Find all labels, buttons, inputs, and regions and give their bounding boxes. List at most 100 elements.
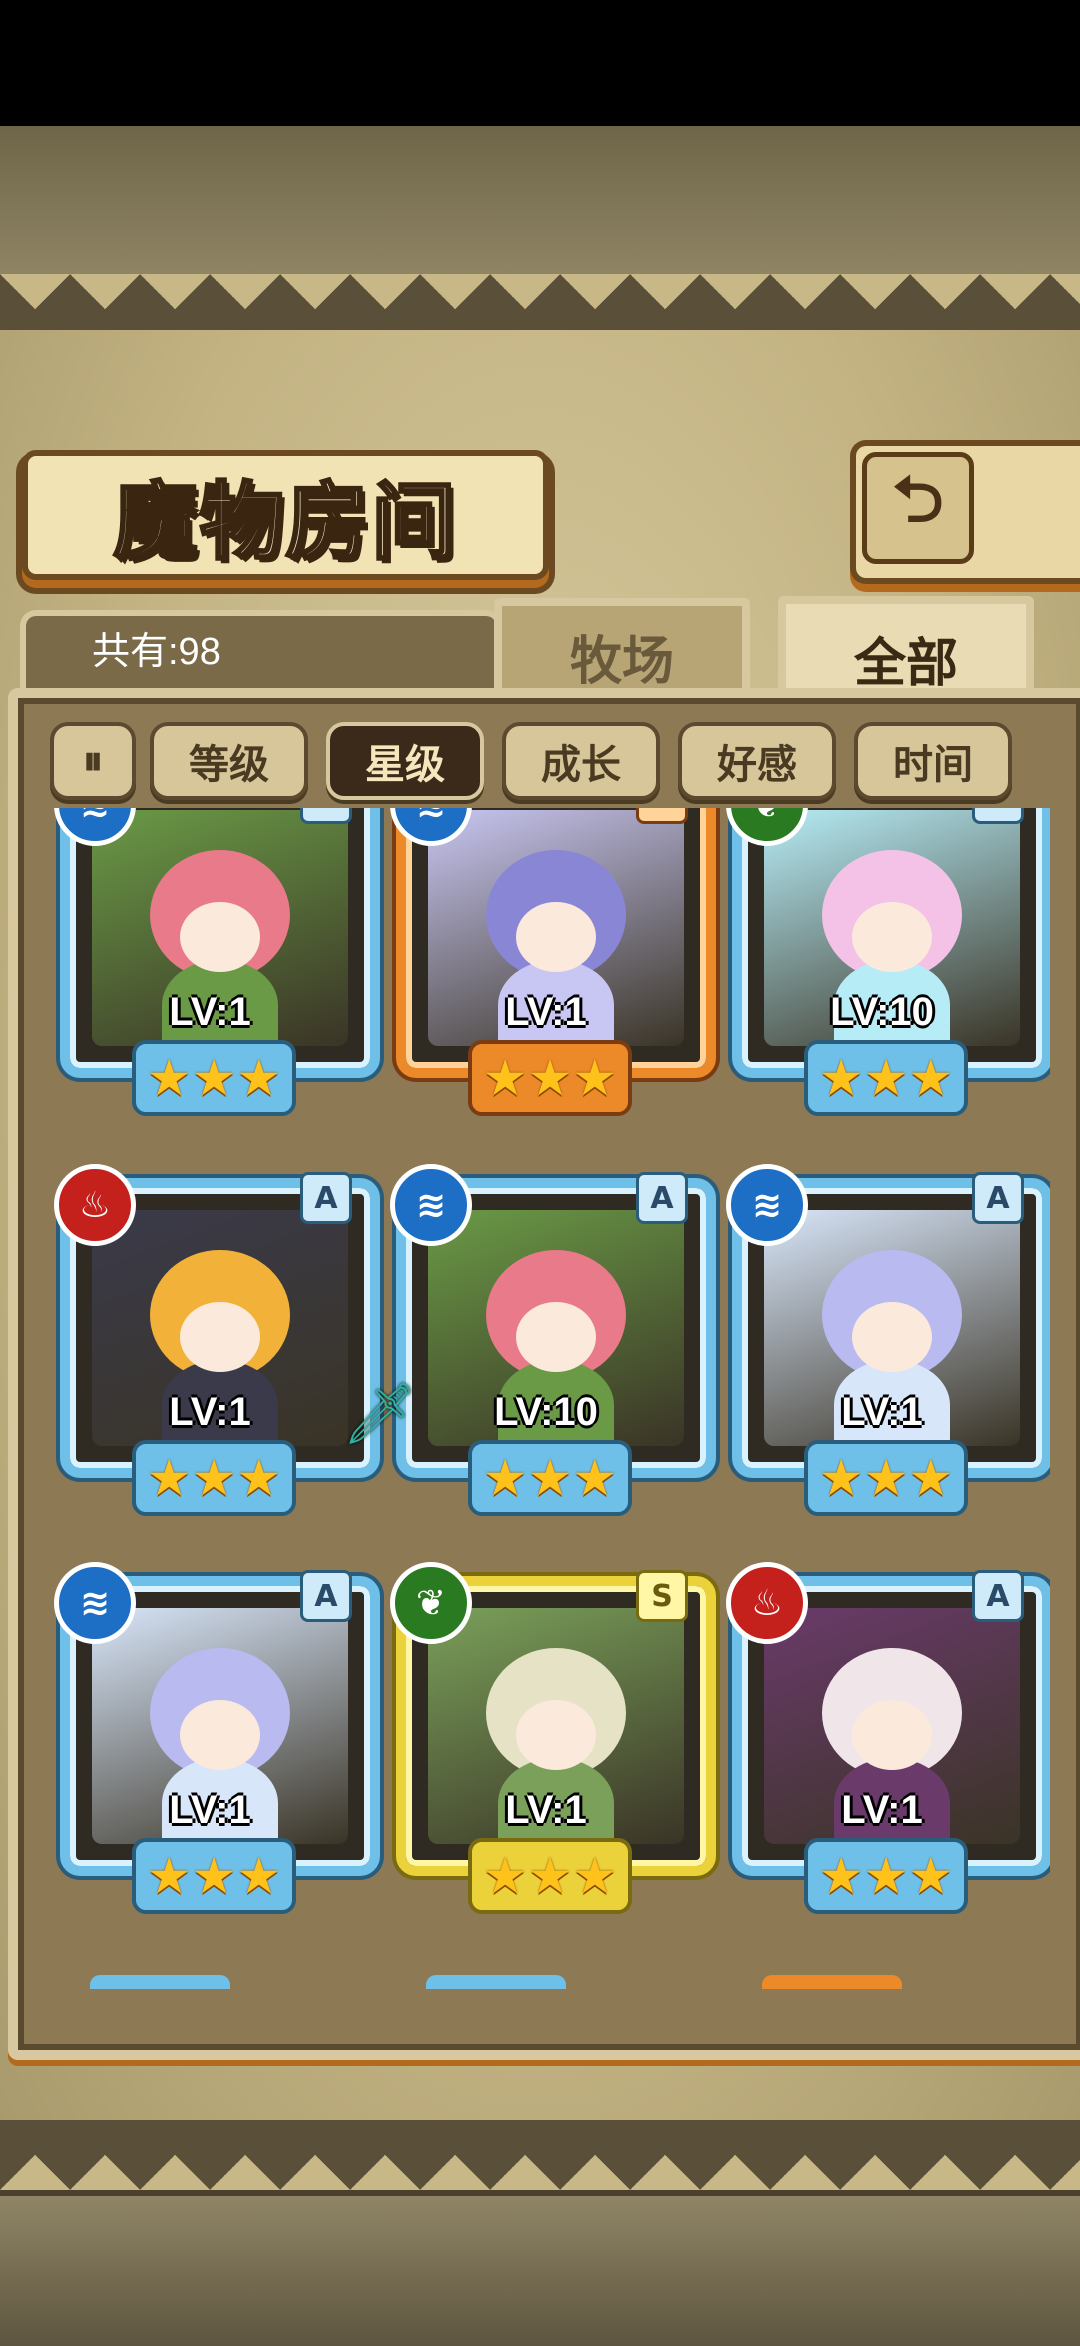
monster-level: LV:1 <box>169 990 251 1034</box>
pause-toggle-button[interactable]: ⏸ <box>50 722 136 800</box>
pause-icon: ⏸ <box>83 738 103 784</box>
monster-card[interactable]: ≋ALV:1★★★ <box>54 808 380 1116</box>
star-icon: ★ <box>572 1449 618 1507</box>
star-icon: ★ <box>572 1049 618 1107</box>
monster-level: LV:1 <box>841 1390 923 1434</box>
star-icon: ★ <box>482 1049 528 1107</box>
star-icon: ★ <box>482 1449 528 1507</box>
water-icon: ≋ <box>726 1164 808 1246</box>
back-arrow-icon: ⮌ <box>892 463 944 537</box>
monster-level: LV:1 <box>505 1788 587 1832</box>
card-frame <box>60 808 380 1078</box>
rank-badge: S <box>636 1570 688 1622</box>
rank-badge: A <box>636 1172 688 1224</box>
monster-card[interactable]: ≋ A LV:10 ★ ★ ★ 🗡 <box>342 1164 716 1516</box>
rank-badge: A <box>972 1172 1024 1224</box>
card-frame <box>732 808 1050 1078</box>
star-rating: ★ ★ ★ <box>804 1838 968 1914</box>
star-icon: ★ <box>236 1449 282 1507</box>
star-icon: ★ <box>572 1847 618 1905</box>
star-icon: ★ <box>191 1847 237 1905</box>
star-icon: ★ <box>527 1847 573 1905</box>
monster-face <box>516 902 596 972</box>
star-icon: ★ <box>236 1049 282 1107</box>
rank-badge: B <box>636 808 688 824</box>
star-icon: ★ <box>236 1847 282 1905</box>
monster-card[interactable]: ≋BLV:1★★★ <box>390 808 716 1116</box>
star-icon: ★ <box>191 1049 237 1107</box>
star-icon: ★ <box>146 1847 192 1905</box>
top-map-strip <box>0 126 1080 280</box>
star-rating: ★ ★ ★ <box>468 1040 632 1116</box>
next-row-card-peek <box>426 1975 566 1989</box>
star-icon: ★ <box>482 1847 528 1905</box>
monster-card[interactable]: ❦ S LV:1 ★ ★ ★ <box>390 1562 716 1914</box>
monster-card[interactable]: ≋ALV:1★★★ <box>54 1562 380 1914</box>
monster-level: LV:1 <box>169 1390 251 1434</box>
sort-affection-button[interactable]: 好感 <box>678 722 836 800</box>
monster-card[interactable]: ≋ALV:1★★★ <box>726 1164 1050 1516</box>
star-icon: ★ <box>908 1847 954 1905</box>
rank-badge: A <box>972 808 1024 824</box>
star-icon: ★ <box>527 1449 573 1507</box>
star-icon: ★ <box>527 1049 573 1107</box>
monster-face <box>852 902 932 972</box>
monster-level: LV:10 <box>494 1390 598 1434</box>
monster-face <box>516 1302 596 1372</box>
star-icon: ★ <box>818 1049 864 1107</box>
star-icon: ★ <box>146 1449 192 1507</box>
star-rating: ★ ★ ★ <box>468 1440 632 1516</box>
bottom-map-strip <box>0 2190 1080 2346</box>
star-icon: ★ <box>863 1049 909 1107</box>
status-bar <box>0 0 1080 126</box>
sword-icon: 🗡 <box>341 1378 419 1449</box>
star-rating: ★ ★ ★ <box>132 1838 296 1914</box>
star-icon: ★ <box>146 1049 192 1107</box>
next-row-card-peek <box>90 1975 230 1989</box>
star-rating: ★ ★ ★ <box>804 1440 968 1516</box>
fire-icon: ♨ <box>54 1164 136 1246</box>
star-rating: ★ ★ ★ <box>132 1440 296 1516</box>
star-rating: ★ ★ ★ <box>132 1040 296 1116</box>
monster-face <box>180 1302 260 1372</box>
star-icon: ★ <box>908 1049 954 1107</box>
monster-face <box>180 902 260 972</box>
monster-card[interactable]: ♨ A LV:1 ★ ★ ★ <box>726 1562 1050 1914</box>
back-button[interactable]: ⮌ <box>862 452 974 564</box>
fire-icon: ♨ <box>726 1562 808 1644</box>
rank-badge: A <box>300 808 352 824</box>
leaf-icon: ❦ <box>390 1562 472 1644</box>
star-rating: ★ ★ ★ <box>468 1838 632 1914</box>
title-plate: 魔物房间 <box>22 450 549 580</box>
star-icon: ★ <box>818 1847 864 1905</box>
sort-star-button[interactable]: 星级 <box>326 722 484 800</box>
monster-count: 共有:98 <box>92 631 221 673</box>
page-title: 魔物房间 <box>112 470 458 572</box>
monster-card[interactable]: ♨ A LV:1 ★ ★ ★ <box>54 1164 380 1516</box>
monster-face <box>852 1700 932 1770</box>
monster-card[interactable]: ❦ALV:10★★★ <box>726 808 1050 1116</box>
star-icon: ★ <box>191 1449 237 1507</box>
monster-level: LV:10 <box>830 990 934 1034</box>
monster-face <box>852 1302 932 1372</box>
monster-face <box>516 1700 596 1770</box>
star-rating: ★ ★ ★ <box>804 1040 968 1116</box>
monster-grid: ≋ALV:1★★★≋BLV:1★★★❦ALV:10★★★♨ALV:1★★★≋AL… <box>30 808 1050 1988</box>
rank-badge: A <box>300 1172 352 1224</box>
rank-badge: A <box>300 1570 352 1622</box>
monster-level: LV:1 <box>841 1788 923 1832</box>
sort-growth-button[interactable]: 成长 <box>502 722 660 800</box>
monster-level: LV:1 <box>505 990 587 1034</box>
monster-level: LV:1 <box>169 1788 251 1832</box>
monster-face <box>180 1700 260 1770</box>
star-icon: ★ <box>818 1449 864 1507</box>
star-icon: ★ <box>863 1449 909 1507</box>
sort-time-button[interactable]: 时间 <box>854 722 1012 800</box>
rank-badge: A <box>972 1570 1024 1622</box>
next-row-card-peek <box>762 1975 902 1989</box>
card-frame <box>396 808 716 1078</box>
star-icon: ★ <box>863 1847 909 1905</box>
sort-level-button[interactable]: 等级 <box>150 722 308 800</box>
star-icon: ★ <box>908 1449 954 1507</box>
water-icon: ≋ <box>54 1562 136 1644</box>
